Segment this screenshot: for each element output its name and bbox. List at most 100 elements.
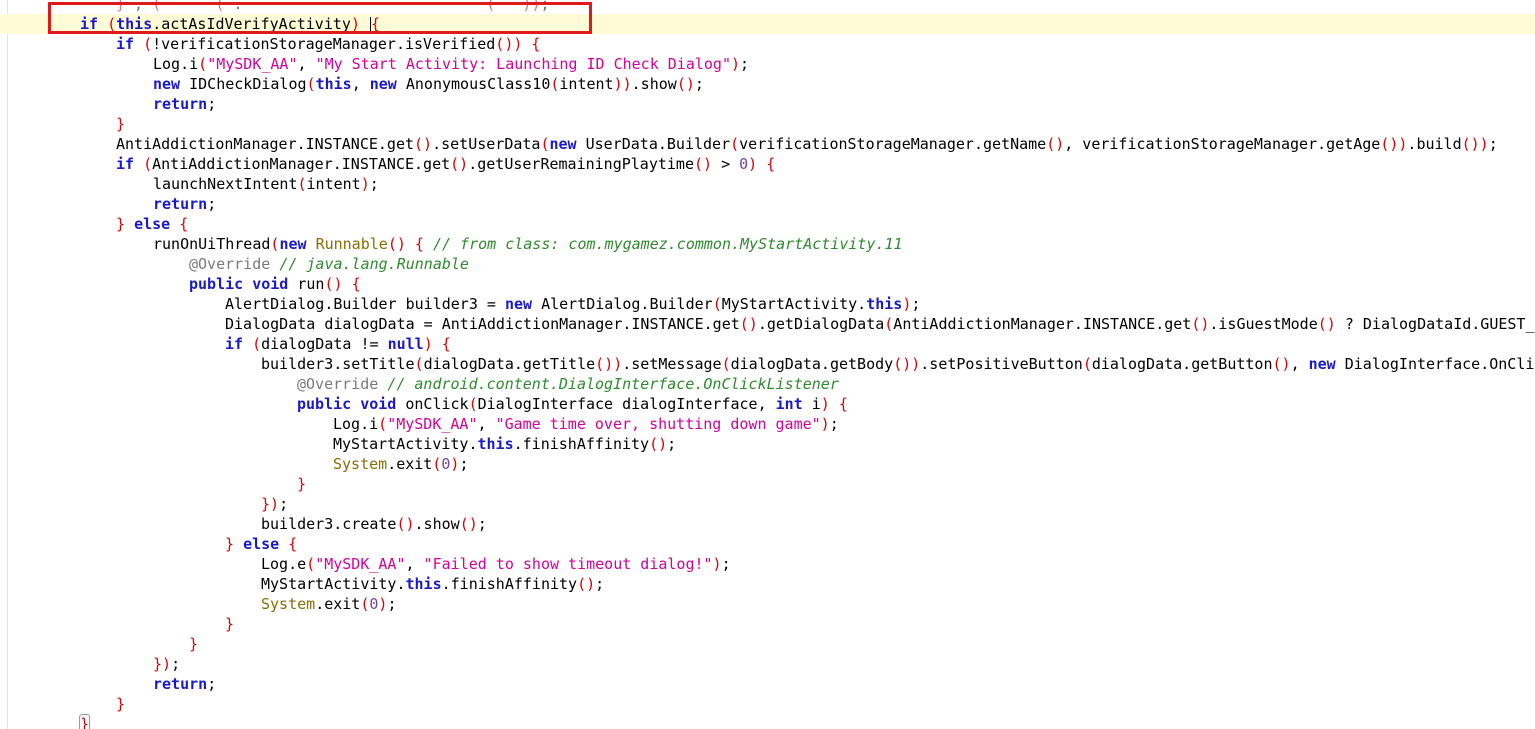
code-line[interactable]: if (this.actAsIdVerifyActivity) { xyxy=(0,14,1535,34)
code-line[interactable]: } else { xyxy=(0,214,1535,234)
code-line[interactable]: if (!verificationStorageManager.isVerifi… xyxy=(0,34,1535,54)
code-line[interactable]: AlertDialog.Builder builder3 = new Alert… xyxy=(0,294,1535,314)
code-line-content: System.exit(0); xyxy=(261,594,396,614)
code-line[interactable]: public void onClick(DialogInterface dial… xyxy=(0,394,1535,414)
code-line[interactable]: MyStartActivity.this.finishAffinity(); xyxy=(0,434,1535,454)
code-token: { xyxy=(414,235,424,253)
code-token: ( xyxy=(252,335,262,353)
code-token: ( xyxy=(693,155,704,173)
code-line[interactable]: }); xyxy=(0,654,1535,674)
code-token: ) xyxy=(622,75,632,93)
code-line[interactable]: if (dialogData != null) { xyxy=(0,334,1535,354)
code-token: ( xyxy=(378,415,388,433)
code-token: public xyxy=(189,275,244,293)
code-token: launchNextIntent xyxy=(153,175,298,193)
code-token: ; xyxy=(279,495,289,513)
code-token: ( xyxy=(595,355,605,373)
code-token: . xyxy=(224,0,487,13)
code-line[interactable]: AntiAddictionManager.INSTANCE.get().setU… xyxy=(0,134,1535,154)
code-token: ; xyxy=(694,75,704,93)
code-line[interactable]: }); xyxy=(0,494,1535,514)
code-line[interactable]: System.exit(0); xyxy=(0,594,1535,614)
code-token: return xyxy=(153,195,208,213)
code-token: !verificationStorageManager.isVerified xyxy=(152,35,496,53)
code-token: if xyxy=(225,335,244,353)
code-token: ( xyxy=(459,515,469,533)
code-line[interactable]: return; xyxy=(0,94,1535,114)
code-line[interactable]: return; xyxy=(0,674,1535,694)
code-line[interactable]: Log.i("MySDK_AA", "Game time over, shutt… xyxy=(0,414,1535,434)
code-token: this xyxy=(315,75,352,93)
code-token: ) xyxy=(703,155,713,173)
code-token: Runnable xyxy=(315,235,388,253)
code-token: ( xyxy=(1046,135,1056,153)
code-token: // java.lang.Runnable xyxy=(279,255,469,273)
code-line[interactable]: } xyxy=(0,634,1535,654)
code-token: AnonymousClass10 xyxy=(396,75,551,93)
code-line[interactable]: DialogData dialogData = AntiAddictionMan… xyxy=(0,314,1535,334)
code-token: ( xyxy=(486,0,496,13)
code-token: // android.content.DialogInterface.OnCli… xyxy=(387,375,839,393)
code-token: .getUserRemainingPlaytime xyxy=(468,155,694,173)
code-token: Log.e xyxy=(261,555,307,573)
code-line-content: } xyxy=(297,474,306,494)
code-line-content: } else { xyxy=(116,214,188,234)
code-line-content: System.exit(0); xyxy=(333,454,468,474)
code-line[interactable]: return; xyxy=(0,194,1535,214)
code-line[interactable]: } xyxy=(0,114,1535,134)
code-line[interactable]: runOnUiThread(new Runnable() { // from c… xyxy=(0,234,1535,254)
code-token: ) xyxy=(504,35,514,53)
code-token: "Failed to show timeout dialog!" xyxy=(423,555,713,573)
code-token: ) xyxy=(658,435,668,453)
code-token: ) xyxy=(350,15,360,33)
code-line[interactable]: @Override // android.content.DialogInter… xyxy=(0,374,1535,394)
code-token: ) xyxy=(1470,135,1480,153)
code-token: ( xyxy=(893,355,903,373)
code-token: new xyxy=(279,235,307,253)
code-line[interactable]: MyStartActivity.this.finishAffinity(); xyxy=(0,574,1535,594)
code-token: { xyxy=(531,35,541,53)
code-line[interactable]: } xyxy=(0,694,1535,714)
code-line[interactable]: new IDCheckDialog(this, new AnonymousCla… xyxy=(0,74,1535,94)
code-line[interactable]: } xyxy=(0,474,1535,494)
code-token: { xyxy=(838,395,848,413)
code-line[interactable]: builder3.setTitle(dialogData.getTitle())… xyxy=(0,354,1535,374)
code-line[interactable]: } , ( ( . ( )); xyxy=(0,0,1535,14)
code-token: return xyxy=(153,95,208,113)
code-token: runOnUiThread xyxy=(153,235,271,253)
code-token: .isGuestMode xyxy=(1209,315,1318,333)
code-token: ( xyxy=(730,135,740,153)
code-token: ) xyxy=(902,355,912,373)
code-token: } xyxy=(116,215,126,233)
code-token: .exit xyxy=(315,595,361,613)
code-line[interactable]: Log.i("MySDK_AA", "My Start Activity: La… xyxy=(0,54,1535,74)
code-token: ( xyxy=(414,135,424,153)
code-line[interactable]: } xyxy=(0,714,1535,729)
code-token: if xyxy=(80,15,99,33)
code-line-content: } xyxy=(116,114,125,134)
code-line[interactable]: Log.e("MySDK_AA", "Failed to show timeou… xyxy=(0,554,1535,574)
code-line[interactable]: if (AntiAddictionManager.INSTANCE.get().… xyxy=(0,154,1535,174)
code-line[interactable]: } xyxy=(0,614,1535,634)
code-line[interactable]: System.exit(0); xyxy=(0,454,1535,474)
code-line[interactable]: } else { xyxy=(0,534,1535,554)
code-token: this xyxy=(405,575,442,593)
code-line-content: Log.i("MySDK_AA", "My Start Activity: La… xyxy=(153,54,749,74)
code-line-content: if (AntiAddictionManager.INSTANCE.get().… xyxy=(116,154,775,174)
code-editor[interactable]: } , ( ( . ( )); if (this.actAsIdVerifyAct… xyxy=(0,0,1535,729)
code-line[interactable]: builder3.create().show(); xyxy=(0,514,1535,534)
code-token: this xyxy=(477,435,514,453)
code-token: new xyxy=(504,295,533,313)
code-token: ( xyxy=(649,435,659,453)
code-line[interactable]: launchNextIntent(intent); xyxy=(0,174,1535,194)
code-line[interactable]: @Override // java.lang.Runnable xyxy=(0,254,1535,274)
code-line[interactable]: public void run() { xyxy=(0,274,1535,294)
